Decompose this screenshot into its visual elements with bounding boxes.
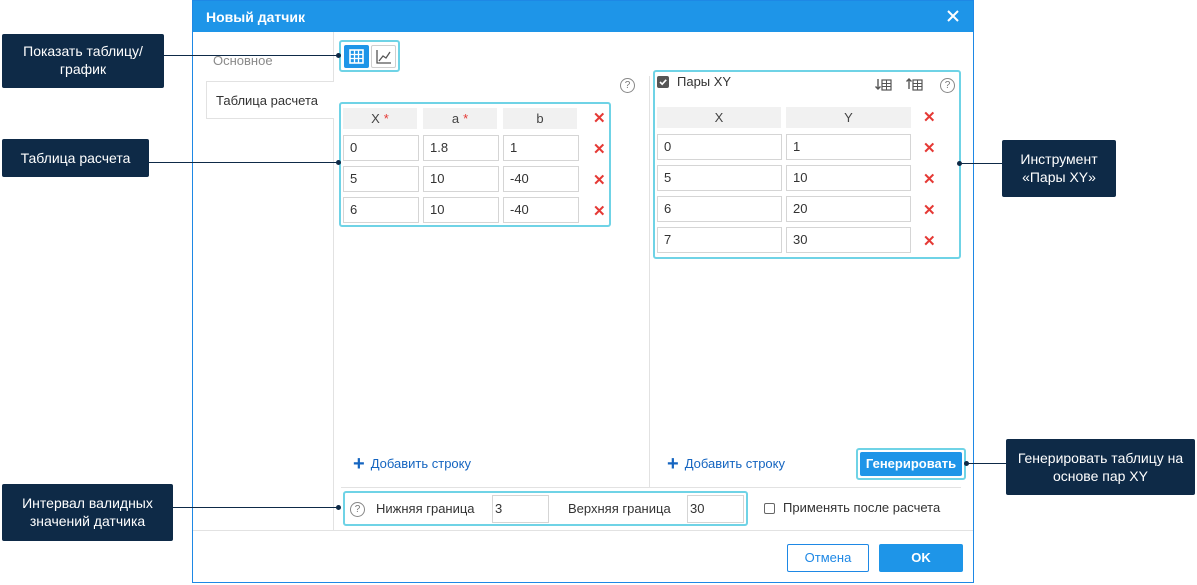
bounds-divider [341,487,961,488]
cancel-button[interactable]: Отмена [787,544,869,572]
callout-text: Таблица расчета [20,150,131,166]
delete-row-icon[interactable]: ✕ [593,173,606,188]
callout-leader [173,507,339,508]
delete-row-icon[interactable]: ✕ [923,172,936,187]
import-rows-icon[interactable] [874,77,892,93]
plus-icon: + [353,453,365,475]
generate-button-label: Генерировать [860,452,962,476]
cell-x[interactable]: 0 [343,135,419,161]
add-row-label: Добавить строку [370,456,471,471]
dialog-header: Новый датчик [193,1,973,32]
lower-bound-input[interactable]: 3 [492,495,549,523]
callout-calc-table: Таблица расчета [2,139,149,177]
panel-divider [649,76,650,488]
view-toggle [339,40,400,72]
add-row-label: Добавить строку [684,456,785,471]
xy-pairs-label: Пары XY [677,74,732,89]
generate-button[interactable]: Генерировать [856,448,966,480]
delete-row-icon[interactable]: ✕ [593,204,606,219]
add-row-button[interactable]: + Добавить строку [353,453,471,476]
help-icon[interactable]: ? [350,502,365,517]
new-sensor-dialog: Новый датчик Основное Таблица расчета ? … [192,0,974,583]
tab-calc-table[interactable]: Таблица расчета [206,81,334,119]
delete-row-icon[interactable]: ✕ [593,142,606,157]
callout-dot [336,160,341,165]
close-icon[interactable] [944,7,962,25]
callout-dot [336,505,341,510]
cell-b[interactable]: -40 [503,166,579,192]
column-header-label: b [536,111,544,126]
apply-after-checkbox[interactable] [764,503,775,514]
cell-a[interactable]: 1.8 [423,135,499,161]
export-rows-icon[interactable] [905,77,923,93]
delete-row-icon[interactable]: ✕ [923,141,936,156]
column-header-b: b [503,108,577,129]
callout-dot [336,53,341,58]
cell-a[interactable]: 10 [423,197,499,223]
ok-button[interactable]: OK [879,544,963,572]
required-mark: * [463,111,469,126]
xy-pairs-checkbox[interactable] [657,76,669,88]
apply-after-label: Применять после расчета [783,500,941,515]
callout-text: Интервал валидных значений датчика [22,495,153,529]
column-header-label: X [371,111,380,126]
tab-calc-table-label: Таблица расчета [216,93,319,108]
xy-cell-x[interactable]: 7 [657,227,782,253]
xy-cell-y[interactable]: 30 [786,227,911,253]
column-header-x: X * [343,108,417,129]
xy-column-header-x: X [657,107,781,128]
cell-x[interactable]: 5 [343,166,419,192]
callout-leader [149,162,339,163]
callout-leader [959,163,1002,164]
help-icon[interactable]: ? [620,78,635,93]
xy-cell-y[interactable]: 20 [786,196,911,222]
callout-text: Генерировать таблицу на основе пар XY [1017,450,1184,484]
delete-column-icon[interactable]: ✕ [923,110,936,125]
xy-column-header-y: Y [786,107,911,128]
callout-xy-tool: Инструмент «Пары XY» [1002,140,1116,197]
cell-b[interactable]: 1 [503,135,579,161]
callout-leader [164,55,339,56]
required-mark: * [383,111,389,126]
upper-bound-input[interactable]: 30 [687,495,744,523]
xy-cell-x[interactable]: 0 [657,134,782,160]
valid-interval: ? Нижняя граница 3 Верхняя граница 30 [343,491,748,526]
dialog-title: Новый датчик [206,9,305,25]
xy-add-row-button[interactable]: + Добавить строку [667,453,785,476]
cell-x[interactable]: 6 [343,197,419,223]
callout-generate: Генерировать таблицу на основе пар XY [1006,439,1195,495]
chart-icon[interactable] [371,45,396,68]
table-icon[interactable] [344,45,369,68]
delete-column-icon[interactable]: ✕ [593,111,606,126]
callout-dot [964,461,969,466]
callout-interval: Интервал валидных значений датчика [2,484,173,541]
delete-row-icon[interactable]: ✕ [923,203,936,218]
callout-dot [957,161,962,166]
callout-text: Показать таблицу/ график [23,43,143,77]
upper-bound-label: Верхняя граница [568,501,671,516]
xy-cell-y[interactable]: 10 [786,165,911,191]
footer-divider [193,530,973,531]
cell-a[interactable]: 10 [423,166,499,192]
plus-icon: + [667,453,679,475]
xy-cell-x[interactable]: 6 [657,196,782,222]
xy-pairs-tool: Пары XY ? X Y ✕ 0 1 ✕ 5 10 ✕ 6 20 ✕ 7 30… [653,70,961,259]
cell-b[interactable]: -40 [503,197,579,223]
callout-show-table: Показать таблицу/ график [2,34,164,88]
column-header-label: a [451,111,460,126]
lower-bound-label: Нижняя граница [376,501,475,516]
calc-table: X * a * b ✕ 0 1.8 1 ✕ 5 10 -40 ✕ 6 10 -40 … [339,102,611,227]
callout-text: Инструмент «Пары XY» [1020,151,1098,185]
xy-cell-y[interactable]: 1 [786,134,911,160]
help-icon[interactable]: ? [940,78,955,93]
callout-leader [966,463,1006,464]
column-header-a: a * [423,108,497,129]
xy-cell-x[interactable]: 5 [657,165,782,191]
delete-row-icon[interactable]: ✕ [923,234,936,249]
